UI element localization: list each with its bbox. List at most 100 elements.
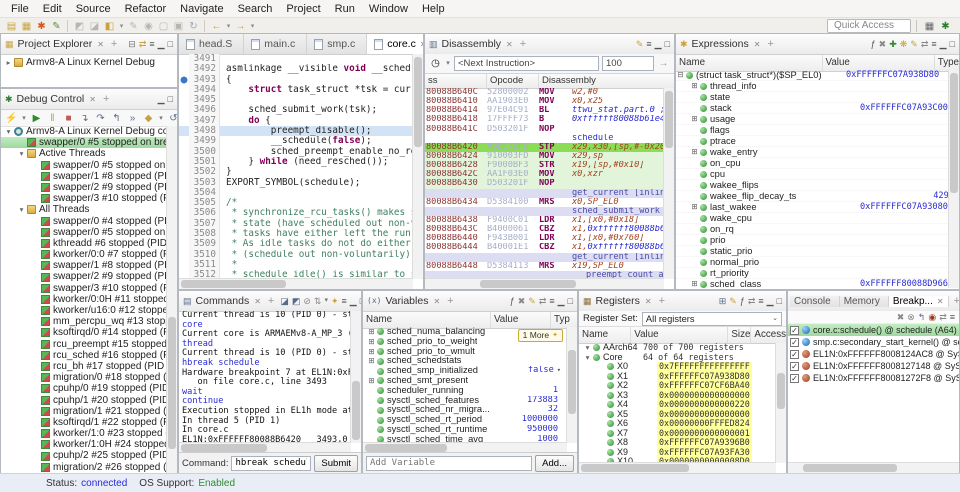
register-row[interactable]: ▾ AArch64 700 of 700 registers bbox=[579, 343, 776, 353]
menu-item[interactable]: Window bbox=[362, 2, 415, 16]
save-icon[interactable]: ◩ bbox=[73, 20, 86, 33]
thread-item[interactable]: rcu_sched #16 stopped (PID 9) bbox=[1, 350, 167, 361]
paint-caret-icon[interactable]: ▾ bbox=[118, 20, 125, 33]
view-menu-icon[interactable]: ≡ bbox=[342, 296, 347, 306]
disassembly-row[interactable]: 80088B641C D503201F NOP bbox=[425, 125, 664, 134]
expression-row[interactable]: on_rq 1 int bbox=[676, 224, 949, 235]
thread-item[interactable]: cpuhp/0 #19 stopped (PID 12) bbox=[1, 383, 167, 394]
panel-title[interactable]: Variables bbox=[384, 295, 429, 307]
restart-icon[interactable]: ↺ bbox=[167, 112, 178, 125]
value-dropdown-icon[interactable]: ▾ bbox=[557, 366, 561, 376]
register-row[interactable]: X6 0x00000000FFFED824 64 R/W bbox=[579, 419, 776, 429]
breakpoint-marker[interactable] bbox=[179, 188, 189, 198]
disassembly-hscrollbar[interactable] bbox=[425, 278, 664, 289]
connect-target-icon[interactable]: ▤ bbox=[5, 20, 18, 33]
disassembly-row[interactable]: 80088B6444 B40001E1 CBZ x1, 0xffffff8008… bbox=[425, 243, 664, 252]
thread-item[interactable]: cpuhp/1 #20 stopped (PID 13) bbox=[1, 395, 167, 406]
breakpoint-marker[interactable] bbox=[179, 54, 189, 64]
project-tree-item[interactable]: ▸ Armv8-A Linux Kernel Debug bbox=[1, 55, 177, 70]
expression-row[interactable]: state 2 volatile long int bbox=[676, 92, 949, 103]
thread-item[interactable]: ksoftirqd/0 #14 stopped (PID 7) bbox=[1, 327, 167, 338]
breakpoint-checkbox[interactable]: ✓ bbox=[790, 362, 799, 371]
thread-item[interactable]: swapper/0 #5 stopped on breakpoint bbox=[1, 227, 167, 238]
remove-all-breakpoints-icon[interactable]: ⊗ bbox=[907, 312, 915, 322]
expander-icon[interactable]: ⊞ bbox=[690, 279, 699, 288]
disassembly-row[interactable]: 80088B6434 D5384100 MRS x0,SP_EL0 bbox=[425, 198, 664, 207]
disassembly-row[interactable]: 80088B6430 D503201F NOP bbox=[425, 179, 664, 188]
expression-row[interactable]: on_cpu 1 int bbox=[676, 158, 949, 169]
breakpoint-marker[interactable] bbox=[179, 229, 189, 239]
name-column-header[interactable]: Name bbox=[676, 55, 823, 71]
expression-row[interactable]: prio 120 int bbox=[676, 235, 949, 246]
type-column-header[interactable]: Type bbox=[935, 55, 959, 71]
thread-item[interactable]: kworker/1:0 #23 stopped (PID 16) bbox=[1, 428, 167, 439]
commands-vscrollbar[interactable] bbox=[350, 311, 361, 443]
thread-item[interactable]: swapper/3 #10 stopped (PID 0) bbox=[1, 283, 167, 294]
disassembly-row[interactable]: 80088B6438 F9400C01 LDR x1,[x0,#0x18] bbox=[425, 216, 664, 225]
disassembly-row[interactable]: get_current [inlined] bbox=[425, 253, 664, 262]
stop-icon[interactable]: ■ bbox=[62, 112, 75, 125]
show-ascii-icon[interactable]: ƒ bbox=[510, 296, 515, 306]
back-icon[interactable]: ← bbox=[210, 20, 223, 33]
breakpoint-marker[interactable] bbox=[179, 95, 189, 105]
opcode-column-header[interactable]: Opcode bbox=[487, 74, 539, 88]
variable-row[interactable]: ⊞ sched_numa_balancing bbox=[363, 327, 567, 337]
value-column-header[interactable]: Value bbox=[491, 312, 551, 328]
breakpoint-mode-icon[interactable]: ◆ bbox=[142, 112, 155, 125]
thread-item[interactable]: ▾ Active Threads bbox=[1, 148, 167, 159]
editor-tab[interactable]: main.c bbox=[244, 34, 307, 54]
expander-icon[interactable]: ⊞ bbox=[690, 114, 699, 124]
expression-row[interactable]: stack 0xFFFFFFC07A93C000 void* bbox=[676, 103, 949, 114]
view-menu-icon[interactable]: ≡ bbox=[646, 39, 651, 49]
menu-item[interactable]: Run bbox=[328, 2, 362, 16]
breakpoint-caret-icon[interactable]: ▾ bbox=[158, 112, 164, 125]
register-row[interactable]: X3 0x0000000000000000 64 R/W bbox=[579, 391, 776, 401]
grid-icon[interactable]: ⊞ bbox=[719, 296, 727, 306]
expander-icon[interactable]: ⊞ bbox=[367, 337, 376, 347]
menu-item[interactable]: File bbox=[4, 2, 36, 16]
breakpoint-marker[interactable] bbox=[179, 85, 189, 95]
expression-row[interactable]: flags 2097216 unsigned int bbox=[676, 125, 949, 136]
view-menu-icon[interactable]: ≡ bbox=[950, 312, 955, 322]
add-expression-icon[interactable]: ✚ bbox=[889, 39, 897, 49]
maximize-icon[interactable]: □ bbox=[950, 39, 955, 49]
registers-rows[interactable]: ▾ AArch64 700 of 700 registers ▾ Core 64… bbox=[579, 343, 776, 463]
thread-item[interactable]: ksoftirqd/1 #22 stopped (PID 15) bbox=[1, 417, 167, 428]
thread-item[interactable]: kworker/0:0H #11 stopped (PID 4) bbox=[1, 294, 167, 305]
new-view-icon[interactable]: + bbox=[517, 38, 529, 50]
expander-icon[interactable]: ⊞ bbox=[367, 376, 376, 386]
close-icon[interactable]: ✕ bbox=[753, 40, 762, 49]
variable-row[interactable]: sysctl_sched_rt_runtime 950000 bbox=[363, 425, 567, 435]
breakpoint-marker[interactable] bbox=[179, 219, 189, 229]
import-icon[interactable]: ◩ bbox=[292, 296, 301, 306]
flash-icon[interactable]: ✦ bbox=[331, 296, 339, 306]
expander-icon[interactable]: ⊞ bbox=[690, 147, 699, 157]
breakpoint-marker[interactable] bbox=[179, 116, 189, 126]
disassembly-row[interactable]: 80088B640C 52800002 MOV w2,#0 bbox=[425, 88, 664, 97]
expression-row[interactable]: ⊞ wake_entry struct llist_node bbox=[676, 147, 949, 158]
menu-item[interactable]: Project bbox=[279, 2, 327, 16]
link-icon[interactable]: ⇄ bbox=[539, 296, 547, 306]
disassembly-row[interactable]: 80088B6410 AA1903E0 MOV x0,x25 bbox=[425, 97, 664, 106]
pin-icon[interactable]: ✎ bbox=[636, 39, 644, 49]
access-column-header[interactable]: Access bbox=[751, 327, 786, 343]
scrollbar-thumb[interactable] bbox=[581, 464, 689, 472]
scrollbar-thumb[interactable] bbox=[414, 57, 422, 147]
close-icon[interactable]: ✕ bbox=[432, 297, 441, 306]
expander-icon[interactable]: ⊞ bbox=[367, 356, 376, 366]
frame-icon[interactable]: ▢ bbox=[157, 20, 170, 33]
disassembly-row[interactable]: get_current [inlined] bbox=[425, 189, 664, 198]
value-column-header[interactable]: Value bbox=[631, 327, 728, 343]
clear-console-icon[interactable]: ⊘ bbox=[303, 296, 311, 306]
editor-tab[interactable]: core.c ✕ bbox=[367, 34, 423, 54]
thread-item[interactable]: migration/0 #18 stopped (PID 11) bbox=[1, 372, 167, 383]
register-row[interactable]: ▾ Core 64 of 64 registers bbox=[579, 353, 776, 363]
scroll-lock-icon[interactable]: ⇅ bbox=[314, 296, 322, 306]
variables-rows[interactable]: ⊞ sched_numa_balancing ⊞ sched_prio_to_w… bbox=[363, 327, 567, 443]
forward-caret-icon[interactable]: ▾ bbox=[249, 20, 256, 33]
breakpoint-marker[interactable] bbox=[179, 64, 189, 74]
breakpoint-marker[interactable] bbox=[179, 208, 189, 218]
scrollbar-thumb[interactable] bbox=[568, 350, 576, 414]
perspective-grid-icon[interactable]: ▦ bbox=[923, 20, 936, 33]
show-ascii-icon[interactable]: ƒ bbox=[740, 296, 745, 306]
